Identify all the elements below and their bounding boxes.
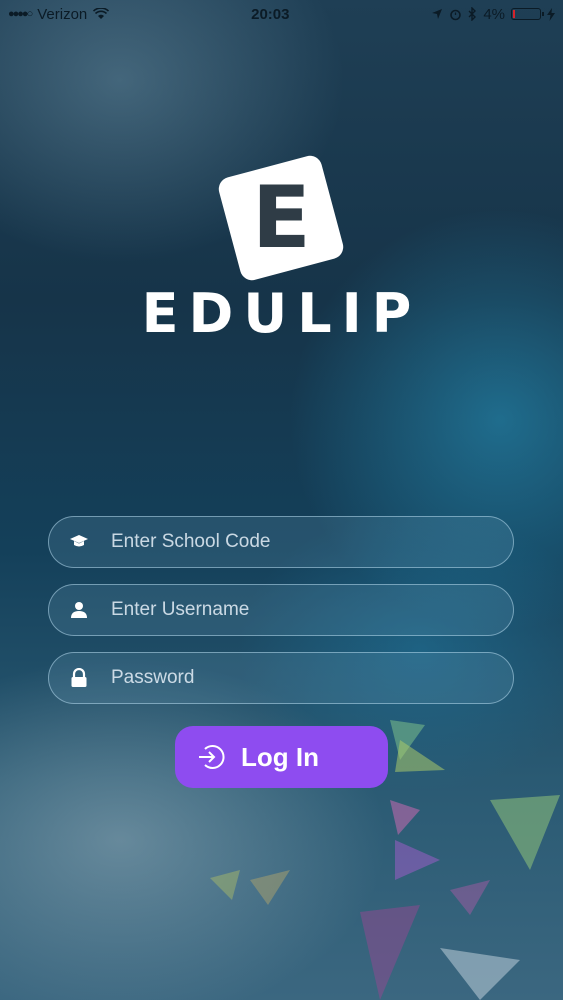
sign-in-icon: [181, 742, 241, 772]
bluetooth-icon: [468, 7, 477, 21]
alarm-icon: [450, 9, 462, 20]
status-time: 20:03: [251, 5, 290, 23]
school-code-field[interactable]: [48, 516, 514, 568]
password-input[interactable]: [109, 667, 491, 689]
battery-percent: 4%: [483, 5, 505, 23]
signal-strength-icon: ●●●●○: [8, 8, 33, 20]
password-field[interactable]: [48, 652, 514, 704]
decorative-triangles: [210, 720, 560, 1000]
carrier-name: Verizon: [37, 5, 88, 23]
battery-icon: [511, 8, 544, 20]
user-icon: [49, 601, 109, 619]
graduation-cap-icon: [49, 534, 109, 550]
battery-level: [513, 10, 515, 18]
brand-name: EDULIP: [141, 282, 422, 345]
login-button[interactable]: Log In: [175, 726, 388, 788]
logo-letter: E: [251, 168, 311, 268]
status-bar: ●●●●○ Verizon 20:03 4%: [0, 0, 563, 28]
charging-icon: [547, 7, 555, 21]
lock-icon: [49, 668, 109, 688]
wifi-icon: [93, 8, 110, 19]
location-arrow-icon: [432, 9, 443, 19]
school-code-input[interactable]: [109, 531, 491, 553]
username-field[interactable]: [48, 584, 514, 636]
login-label: Log In: [241, 741, 319, 772]
username-input[interactable]: [109, 599, 491, 621]
